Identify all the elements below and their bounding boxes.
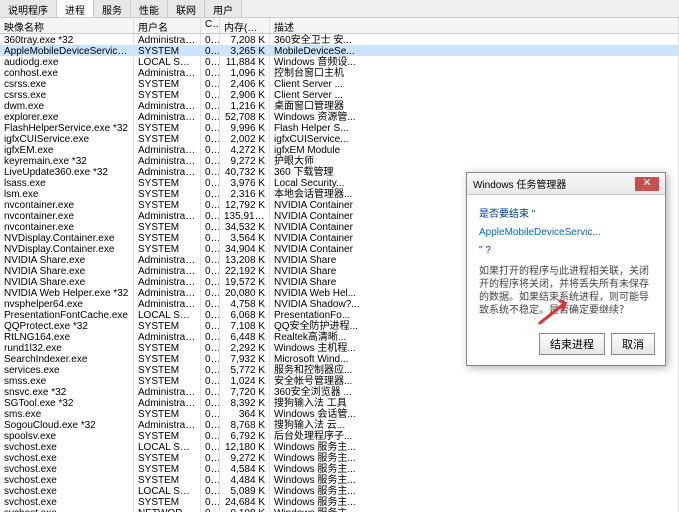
table-row[interactable]: csrss.exeSYSTEM002,406 KClient Server ..… <box>0 78 679 89</box>
table-row[interactable]: svchost.exeSYSTEM0024,684 KWindows 服务主..… <box>0 496 679 507</box>
col-desc[interactable]: 描述 <box>270 18 679 33</box>
table-row[interactable]: conhost.exeAdministrator001,096 K控制台窗口主机 <box>0 67 679 78</box>
table-row[interactable]: SGTool.exe *32Administrator008,392 K搜狗输入… <box>0 397 679 408</box>
tab-3[interactable]: 性能 <box>131 0 168 17</box>
table-row[interactable]: svchost.exeSYSTEM004,584 KWindows 服务主... <box>0 463 679 474</box>
dialog-buttons: 结束进程 取消 <box>467 327 665 365</box>
dialog-process-name: AppleMobileDeviceServic... <box>479 227 601 238</box>
table-row[interactable]: svchost.exeSYSTEM004,484 KWindows 服务主... <box>0 474 679 485</box>
table-row[interactable]: spoolsv.exeSYSTEM006,792 K后台处理程序子... <box>0 430 679 441</box>
col-cpu[interactable]: CPU <box>201 18 220 33</box>
dialog-question: 是否要结束 " AppleMobileDeviceServic... " ? <box>479 205 653 259</box>
close-icon[interactable]: ✕ <box>635 177 659 191</box>
table-row[interactable]: FlashHelperService.exe *32SYSTEM009,996 … <box>0 122 679 133</box>
dialog-message: 如果打开的程序与此进程相关联，关闭开的程序将关闭，并将丢失所有未保存的数据。如果… <box>479 265 653 317</box>
tab-bar: 说明程序进程服务性能联网用户 <box>0 0 679 18</box>
dialog-titlebar: Windows 任务管理器 ✕ <box>467 173 665 195</box>
confirm-dialog: Windows 任务管理器 ✕ 是否要结束 " AppleMobileDevic… <box>466 172 666 366</box>
tab-4[interactable]: 联网 <box>168 0 205 17</box>
table-row[interactable]: keyremain.exe *32Administrator009,272 K护… <box>0 155 679 166</box>
table-row[interactable]: dwm.exeAdministrator001,216 K桌面窗口管理器 <box>0 100 679 111</box>
table-row[interactable]: igfxEM.exeAdministrator004,272 KigfxEM M… <box>0 144 679 155</box>
table-row[interactable]: audiodg.exeLOCAL SERVICE0011,884 KWindow… <box>0 56 679 67</box>
table-row[interactable]: svchost.exeNETWORK SERVICE009,108 KWindo… <box>0 507 679 512</box>
table-row[interactable]: csrss.exeSYSTEM002,906 KClient Server ..… <box>0 89 679 100</box>
col-name[interactable]: 映像名称 <box>0 18 134 33</box>
table-row[interactable]: svchost.exeLOCAL SERVICE0012,180 KWindow… <box>0 441 679 452</box>
tab-2[interactable]: 服务 <box>94 0 131 17</box>
table-row[interactable]: AppleMobileDeviceService.exeSYSTEM003,26… <box>0 45 679 56</box>
table-row[interactable]: sms.exeSYSTEM00364 KWindows 会话管... <box>0 408 679 419</box>
end-process-button[interactable]: 结束进程 <box>539 333 605 355</box>
dialog-body: 是否要结束 " AppleMobileDeviceServic... " ? 如… <box>467 195 665 327</box>
tab-5[interactable]: 用户 <box>205 0 242 17</box>
table-row[interactable]: svchost.exeSYSTEM009,272 KWindows 服务主... <box>0 452 679 463</box>
tab-0[interactable]: 说明程序 <box>0 0 57 17</box>
column-headers: 映像名称 用户名 CPU 内存(专... 描述 <box>0 18 679 34</box>
col-mem[interactable]: 内存(专... <box>220 18 270 33</box>
dialog-title-text: Windows 任务管理器 <box>473 176 566 191</box>
table-row[interactable]: 360tray.exe *32Administrator007,208 K360… <box>0 34 679 45</box>
col-user[interactable]: 用户名 <box>134 18 201 33</box>
table-row[interactable]: snsvc.exe *32Administrator007,720 K360安全… <box>0 386 679 397</box>
table-row[interactable]: svchost.exeLOCAL SERVICE005,089 KWindows… <box>0 485 679 496</box>
table-row[interactable]: smss.exeSYSTEM001,024 K安全帐号管理器... <box>0 375 679 386</box>
tab-1[interactable]: 进程 <box>57 0 94 17</box>
cancel-button[interactable]: 取消 <box>611 333 655 355</box>
table-row[interactable]: igfxCUIService.exeSYSTEM002,002 KigfxCUI… <box>0 133 679 144</box>
table-row[interactable]: explorer.exeAdministrator0052,708 KWindo… <box>0 111 679 122</box>
table-row[interactable]: SogouCloud.exe *32Administrator008,768 K… <box>0 419 679 430</box>
